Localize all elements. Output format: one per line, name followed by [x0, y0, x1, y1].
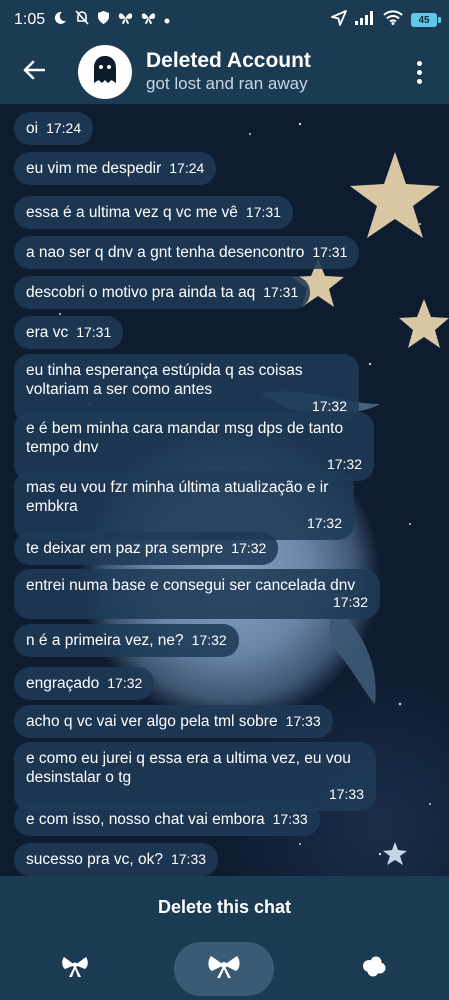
more-vertical-icon [416, 60, 422, 66]
bow-icon [61, 955, 89, 984]
message-bubble[interactable]: acho q vc vai ver algo pela tml sobre 17:… [14, 705, 333, 738]
ghost-icon [92, 55, 118, 90]
message-bubble[interactable]: descobri o motivo pra ainda ta aq 17:31 [14, 276, 311, 309]
more-options-button[interactable] [407, 52, 431, 92]
chat-title: Deleted Account [146, 49, 311, 72]
message-bubble[interactable]: mas eu vou fzr minha última atualização … [14, 471, 354, 540]
cloud-icon [361, 956, 387, 983]
message-bubble[interactable]: sucesso pra vc, ok? 17:33 [14, 843, 219, 876]
navigation-bar [0, 938, 449, 1000]
bell-off-icon [75, 10, 89, 30]
shield-icon [97, 10, 110, 30]
delete-chat-button[interactable]: Delete this chat [0, 876, 449, 938]
chat-area[interactable]: oi 17:24 eu vim me despedir 17:24 essa é a… [0, 104, 449, 876]
signal-icon [355, 10, 375, 30]
message-bubble[interactable]: era vc 17:31 [14, 316, 124, 349]
arrow-left-icon [23, 60, 46, 85]
message-bubble[interactable]: e como eu jurei q essa era a ultima vez,… [14, 742, 376, 811]
message-bubble[interactable]: eu vim me despedir 17:24 [14, 152, 217, 185]
chat-titles[interactable]: Deleted Account got lost and ran away [146, 49, 311, 95]
message-bubble[interactable]: engraçado 17:32 [14, 667, 155, 700]
nav-back-button[interactable] [25, 942, 125, 996]
delete-chat-label: Delete this chat [157, 896, 292, 917]
nav-home-button[interactable] [174, 942, 275, 996]
back-button[interactable] [14, 52, 54, 92]
dot-icon [164, 11, 170, 29]
moon-icon [53, 11, 67, 30]
avatar[interactable] [78, 45, 132, 99]
message-bubble[interactable]: n é a primeira vez, ne? 17:32 [14, 624, 239, 657]
wifi-icon [383, 10, 403, 30]
message-bubble[interactable]: te deixar em paz pra sempre 17:32 [14, 532, 279, 565]
battery-level: 45 [418, 14, 430, 26]
bow-icon [207, 954, 241, 985]
message-bubble[interactable]: a nao ser q dnv a gnt tenha desencontro 1… [14, 236, 360, 269]
butterfly-icon [118, 11, 133, 30]
chat-subtitle: got lost and ran away [146, 74, 308, 93]
status-bar: 1:05 45 [0, 0, 449, 40]
message-bubble[interactable]: e com isso, nosso chat vai embora 17:33 [14, 803, 320, 836]
status-time: 1:05 [14, 11, 46, 28]
location-icon [331, 9, 347, 31]
battery-icon: 45 [411, 13, 441, 27]
chat-header: Deleted Account got lost and ran away [0, 40, 449, 104]
message-bubble[interactable]: essa é a ultima vez q vc me vê 17:31 [14, 196, 293, 229]
nav-recents-button[interactable] [324, 942, 424, 996]
message-bubble[interactable]: oi 17:24 [14, 112, 94, 145]
message-bubble[interactable]: entrei numa base e consegui ser cancelad… [14, 569, 380, 619]
butterfly-icon [141, 11, 156, 30]
